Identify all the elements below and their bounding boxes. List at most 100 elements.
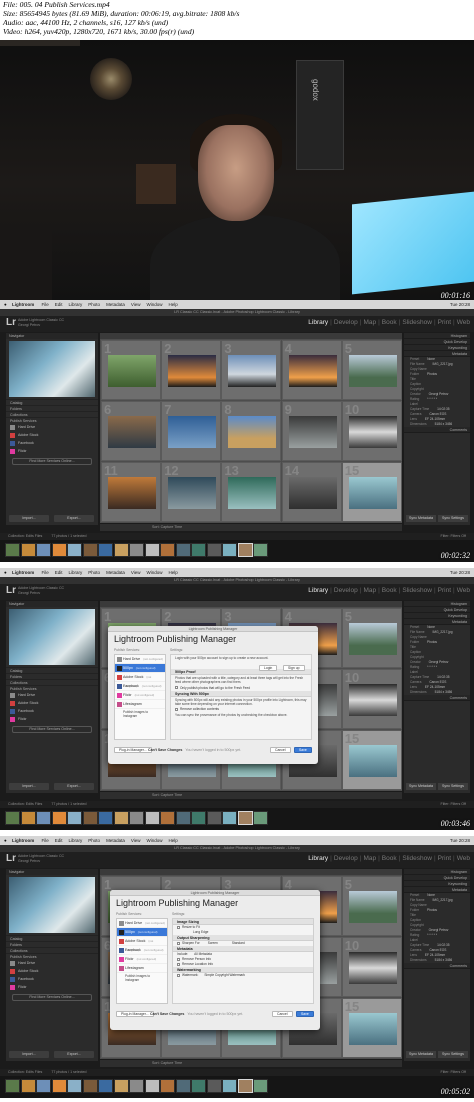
sync-settings-button[interactable]: Sync Settings — [438, 783, 468, 790]
photo-thumbnail[interactable] — [348, 745, 397, 777]
watermark-checkbox[interactable]: Watermark: Simple Copyright Watermark — [173, 973, 313, 978]
publish-service-flickr[interactable]: Flickr — [6, 983, 98, 991]
export-button[interactable]: Export... — [54, 783, 94, 790]
grid-cell[interactable]: 6 — [101, 401, 161, 461]
filmstrip-thumbnail[interactable] — [253, 543, 268, 557]
menu-app[interactable]: Lightroom — [12, 838, 34, 843]
menu-item-window[interactable]: Window — [147, 302, 163, 307]
service-list-item[interactable]: 500px (not configured) — [115, 664, 165, 673]
service-list-item[interactable]: Flickr (not configured) — [115, 691, 165, 700]
filmstrip-thumbnail[interactable] — [253, 1079, 268, 1093]
grid-cell[interactable]: 13 — [221, 462, 282, 522]
filmstrip-thumbnail[interactable] — [206, 543, 222, 557]
filmstrip-thumbnail[interactable] — [237, 811, 253, 825]
menu-item-view[interactable]: View — [131, 302, 141, 307]
filmstrip-filter[interactable]: Filter: Filters Off — [441, 533, 467, 540]
grid-cell[interactable]: 9 — [281, 401, 342, 461]
filmstrip-thumbnail[interactable] — [191, 811, 206, 825]
checkbox-box[interactable] — [177, 941, 180, 945]
grid-cell[interactable]: 15 — [341, 730, 402, 790]
publish-service-flickr[interactable]: Flickr — [6, 715, 98, 723]
filmstrip-thumbnail[interactable] — [253, 811, 268, 825]
filmstrip-thumbnail[interactable] — [113, 1079, 129, 1093]
menu-item-library[interactable]: Library — [69, 570, 83, 575]
navigator-preview[interactable] — [9, 877, 95, 933]
filmstrip-thumbnail[interactable] — [82, 543, 98, 557]
include-select[interactable]: All Metadata — [194, 952, 212, 956]
photo-thumbnail[interactable] — [288, 416, 337, 448]
module-print[interactable]: Print — [438, 855, 451, 862]
grid-cell[interactable]: 8 — [221, 401, 282, 461]
module-book[interactable]: Book — [382, 587, 397, 594]
photo-thumbnail[interactable] — [288, 355, 337, 387]
filmstrip-thumbnail[interactable] — [98, 1079, 113, 1093]
publish-service-flickr[interactable]: Flickr — [6, 447, 98, 455]
filmstrip-thumbnail[interactable] — [5, 543, 20, 557]
grid-cell[interactable]: 15 — [341, 462, 402, 522]
filmstrip-thumbnail[interactable] — [144, 1079, 160, 1093]
filmstrip-thumbnail[interactable] — [67, 543, 82, 557]
filmstrip-thumbnail[interactable] — [36, 1079, 51, 1093]
grid-toolbar[interactable]: Sort: Capture Time — [100, 792, 402, 799]
navigator-header[interactable]: Navigator — [6, 869, 98, 875]
navigator-preview[interactable] — [9, 341, 95, 397]
export-button[interactable]: Export... — [54, 515, 94, 522]
module-develop[interactable]: Develop — [334, 855, 358, 862]
photo-thumbnail[interactable] — [288, 477, 337, 509]
grid-cell[interactable]: 10 — [341, 669, 402, 729]
grid-cell[interactable]: 10 — [341, 937, 402, 997]
menu-item-photo[interactable]: Photo — [88, 838, 100, 843]
grid-cell[interactable]: 4 — [281, 340, 342, 400]
menu-item-file[interactable]: File — [42, 838, 49, 843]
module-web[interactable]: Web — [457, 587, 470, 594]
publish-service-hard-drive[interactable]: Hard Drive — [6, 423, 98, 431]
navigator-header[interactable]: Navigator — [6, 601, 98, 607]
checkbox-box[interactable] — [177, 957, 180, 961]
grid-cell[interactable]: 3 — [221, 340, 282, 400]
service-list-item[interactable]: Lifestagram — [115, 700, 165, 709]
comments-header[interactable]: Comments — [404, 963, 470, 969]
checkbox-box[interactable] — [177, 962, 180, 966]
filmstrip-thumbnail[interactable] — [144, 543, 160, 557]
find-more-services-button[interactable]: Find More Services Online... — [12, 458, 92, 465]
menu-item-photo[interactable]: Photo — [88, 570, 100, 575]
filmstrip-thumbnail[interactable] — [191, 1079, 206, 1093]
menu-item-metadata[interactable]: Metadata — [106, 570, 125, 575]
photo-thumbnail[interactable] — [168, 477, 217, 509]
menu-item-edit[interactable]: Edit — [55, 302, 63, 307]
module-library[interactable]: Library — [308, 855, 328, 862]
grid-cell[interactable]: 12 — [161, 462, 222, 522]
photo-thumbnail[interactable] — [108, 416, 156, 448]
sync-metadata-button[interactable]: Sync Metadata — [406, 515, 436, 522]
cancel-button[interactable]: Cancel — [272, 1011, 293, 1017]
filmstrip-thumbnail[interactable] — [175, 1079, 191, 1093]
menu-item-library[interactable]: Library — [69, 838, 83, 843]
filmstrip-thumbnail[interactable] — [144, 811, 160, 825]
sync-metadata-button[interactable]: Sync Metadata — [406, 783, 436, 790]
menu-item-view[interactable]: View — [131, 838, 141, 843]
cancel-button[interactable]: Cancel — [270, 747, 291, 753]
filmstrip-thumbnail[interactable] — [129, 811, 144, 825]
service-list-item[interactable]: 500px (not configured) — [117, 928, 167, 937]
library-filter-bar[interactable] — [100, 869, 402, 875]
filmstrip-source[interactable]: Collection: Edits Files — [8, 1070, 42, 1074]
filmstrip-thumbnail[interactable] — [160, 811, 175, 825]
service-list-item[interactable]: Adobe Stock (not configured) — [117, 937, 167, 952]
filmstrip-thumbnail[interactable] — [67, 1079, 82, 1093]
sync-settings-button[interactable]: Sync Settings — [438, 1051, 468, 1058]
filmstrip-thumbnail[interactable] — [67, 811, 82, 825]
menu-item-view[interactable]: View — [131, 570, 141, 575]
service-list-item[interactable]: Adobe Stock (not configured) — [115, 673, 165, 688]
photo-thumbnail[interactable] — [348, 477, 397, 509]
photo-thumbnail[interactable] — [348, 416, 397, 448]
grid-cell[interactable]: 7 — [161, 401, 222, 461]
grid-cell[interactable]: 14 — [281, 462, 342, 522]
module-slideshow[interactable]: Slideshow — [402, 587, 432, 594]
publish-service-facebook[interactable]: Facebook — [6, 439, 98, 447]
checkbox-box[interactable] — [175, 707, 178, 711]
filmstrip-thumbnail[interactable] — [129, 543, 144, 557]
filmstrip-thumbnail[interactable] — [129, 1079, 144, 1093]
plugin-manager-button[interactable]: Plug-in Manager... — [114, 747, 152, 753]
menu-app[interactable]: Lightroom — [12, 302, 34, 307]
filmstrip-thumbnail[interactable] — [206, 1079, 222, 1093]
